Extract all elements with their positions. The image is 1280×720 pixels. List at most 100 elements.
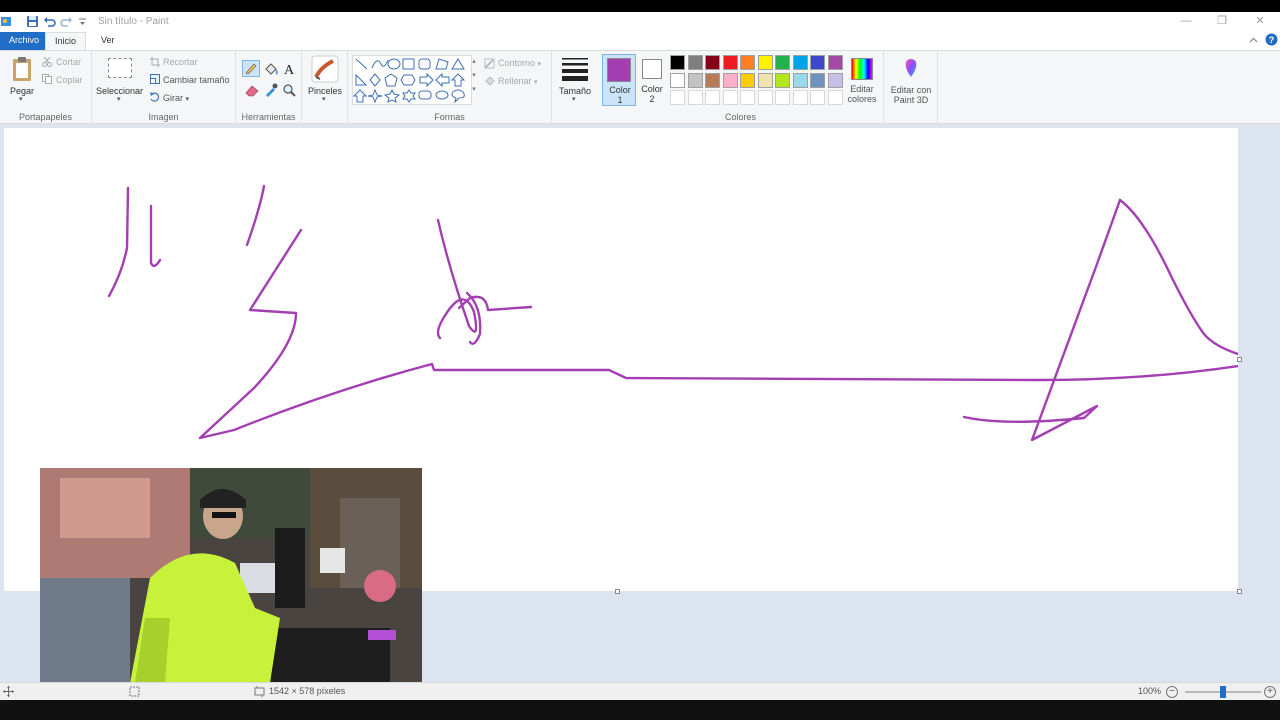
svg-text:A: A	[284, 63, 295, 76]
color1-label: Color 1	[609, 85, 631, 105]
undo-icon[interactable]	[43, 15, 56, 28]
palette-swatch-empty[interactable]	[775, 90, 790, 105]
palette-swatch[interactable]	[792, 55, 808, 70]
palette-swatch[interactable]	[687, 55, 703, 70]
edit-paint3d-button[interactable]: Editar con Paint 3D	[884, 51, 938, 124]
tab-ver[interactable]: Ver	[92, 32, 124, 50]
zoom-in-button[interactable]: +	[1264, 686, 1276, 698]
color2-selector[interactable]: Color 2	[638, 54, 668, 106]
palette-swatch[interactable]	[722, 72, 738, 88]
color1-selector[interactable]: Color 1	[602, 54, 636, 106]
stroke-9	[1118, 198, 1238, 356]
ribbon-tabs: Archivo Inicio Ver ?	[0, 31, 1280, 50]
crop-button[interactable]: Recortar	[163, 57, 198, 67]
palette-swatch-empty[interactable]	[810, 90, 825, 105]
color-spectrum-icon	[851, 58, 873, 80]
palette-swatch[interactable]	[722, 55, 738, 70]
pencil-icon	[245, 63, 257, 75]
palette-swatch[interactable]	[670, 55, 685, 70]
group-portapapeles: Pegar ▾ Cortar Copiar Portapapeles	[0, 51, 92, 124]
palette-swatch-empty[interactable]	[792, 90, 808, 105]
stroke-7	[465, 291, 482, 345]
fill-bucket-icon[interactable]	[263, 61, 279, 77]
restore-button[interactable]: ❐	[1204, 13, 1240, 30]
palette-swatch[interactable]	[740, 55, 755, 70]
brushes-dropdown-icon: ▾	[322, 96, 326, 103]
stroke-2	[149, 204, 162, 268]
group-pinceles[interactable]: Pinceles ▾	[302, 51, 348, 124]
ribbon: Pegar ▾ Cortar Copiar Portapapeles Selec…	[0, 50, 1280, 124]
select-button[interactable]: Seleccionar ▾	[96, 55, 144, 105]
window-title: Sin título - Paint	[98, 16, 169, 27]
zoom-out-button[interactable]: −	[1166, 686, 1178, 698]
palette-swatch-empty[interactable]	[827, 90, 843, 105]
svg-text:?: ?	[1269, 35, 1275, 45]
paint-app-icon[interactable]	[0, 15, 13, 28]
scissors-icon	[42, 57, 52, 67]
brush-icon	[311, 55, 339, 83]
rotate-icon	[150, 92, 160, 102]
screen-top-border	[0, 0, 1280, 12]
palette-swatch[interactable]	[810, 55, 825, 70]
shapes-scroll[interactable]: ▴ ▾ ▾	[469, 55, 479, 105]
image-dimensions: 1542 × 578 píxeles	[269, 686, 346, 696]
zoom-slider-thumb[interactable]	[1220, 686, 1226, 698]
paint3d-icon	[905, 59, 917, 77]
palette-swatch[interactable]	[705, 55, 720, 70]
eraser-icon[interactable]	[244, 83, 260, 97]
palette-swatch[interactable]	[757, 72, 773, 88]
palette-swatch-empty[interactable]	[705, 90, 720, 105]
collapse-ribbon-icon[interactable]	[1249, 36, 1258, 45]
palette-swatch-empty[interactable]	[757, 90, 773, 105]
zoom-slider-track[interactable]	[1185, 686, 1261, 698]
shapes-gallery-icons	[352, 58, 466, 104]
minimize-button[interactable]: —	[1168, 13, 1204, 30]
size-button[interactable]: Tamaño ▾	[552, 51, 598, 124]
webcam-image	[40, 468, 422, 683]
palette-swatch[interactable]	[775, 55, 790, 70]
palette-swatch[interactable]	[705, 72, 720, 88]
outline-button[interactable]: Contorno ▾	[498, 58, 541, 68]
group-formas: ▴ ▾ ▾ Contorno ▾ Rellenar ▾ Formas	[348, 51, 552, 124]
copy-button[interactable]: Copiar	[56, 75, 83, 85]
help-icon[interactable]: ?	[1265, 33, 1278, 46]
group-label-portapapeles: Portapapeles	[18, 112, 73, 122]
tab-archivo[interactable]: Archivo	[0, 32, 49, 50]
palette-swatch-empty[interactable]	[722, 90, 738, 105]
size-dropdown-icon: ▾	[572, 96, 576, 103]
paste-button[interactable]: Pegar ▾	[6, 54, 38, 104]
resize-button[interactable]: Cambiar tamaño	[163, 75, 230, 85]
palette-swatch[interactable]	[810, 72, 825, 88]
paste-dropdown-icon: ▾	[19, 96, 23, 103]
palette-swatch[interactable]	[740, 72, 755, 88]
tab-inicio[interactable]: Inicio	[45, 32, 87, 50]
palette-swatch-empty[interactable]	[670, 90, 685, 105]
palette-swatch[interactable]	[775, 72, 790, 88]
resize-handle-bottom[interactable]	[615, 589, 620, 594]
redo-icon[interactable]	[60, 15, 73, 28]
palette-swatch[interactable]	[687, 72, 703, 88]
magnifier-icon[interactable]	[283, 84, 296, 97]
palette-swatch[interactable]	[792, 72, 808, 88]
palette-swatch[interactable]	[827, 72, 843, 88]
palette-swatch-empty[interactable]	[740, 90, 755, 105]
customize-quick-access-icon[interactable]	[78, 15, 87, 28]
close-button[interactable]: ✕	[1242, 13, 1278, 30]
shapes-gallery[interactable]	[352, 55, 472, 105]
text-tool-icon[interactable]: A	[283, 61, 297, 76]
palette-swatch-empty[interactable]	[687, 90, 703, 105]
edit-colors-button[interactable]: Editar colores	[846, 54, 882, 106]
color-picker-icon[interactable]	[264, 83, 278, 97]
fill-button[interactable]: Rellenar ▾	[498, 76, 538, 86]
resize-handle-right[interactable]	[1237, 357, 1242, 362]
save-icon[interactable]	[26, 15, 39, 28]
palette-swatch[interactable]	[827, 55, 843, 70]
pencil-tool[interactable]	[242, 60, 260, 77]
palette-swatch[interactable]	[757, 55, 773, 70]
fill-icon	[485, 76, 495, 86]
select-rect-icon	[108, 58, 132, 78]
resize-handle-corner[interactable]	[1237, 589, 1242, 594]
cut-button[interactable]: Cortar	[56, 57, 81, 67]
rotate-button[interactable]: Girar ▾	[163, 93, 189, 103]
palette-swatch[interactable]	[670, 72, 685, 88]
